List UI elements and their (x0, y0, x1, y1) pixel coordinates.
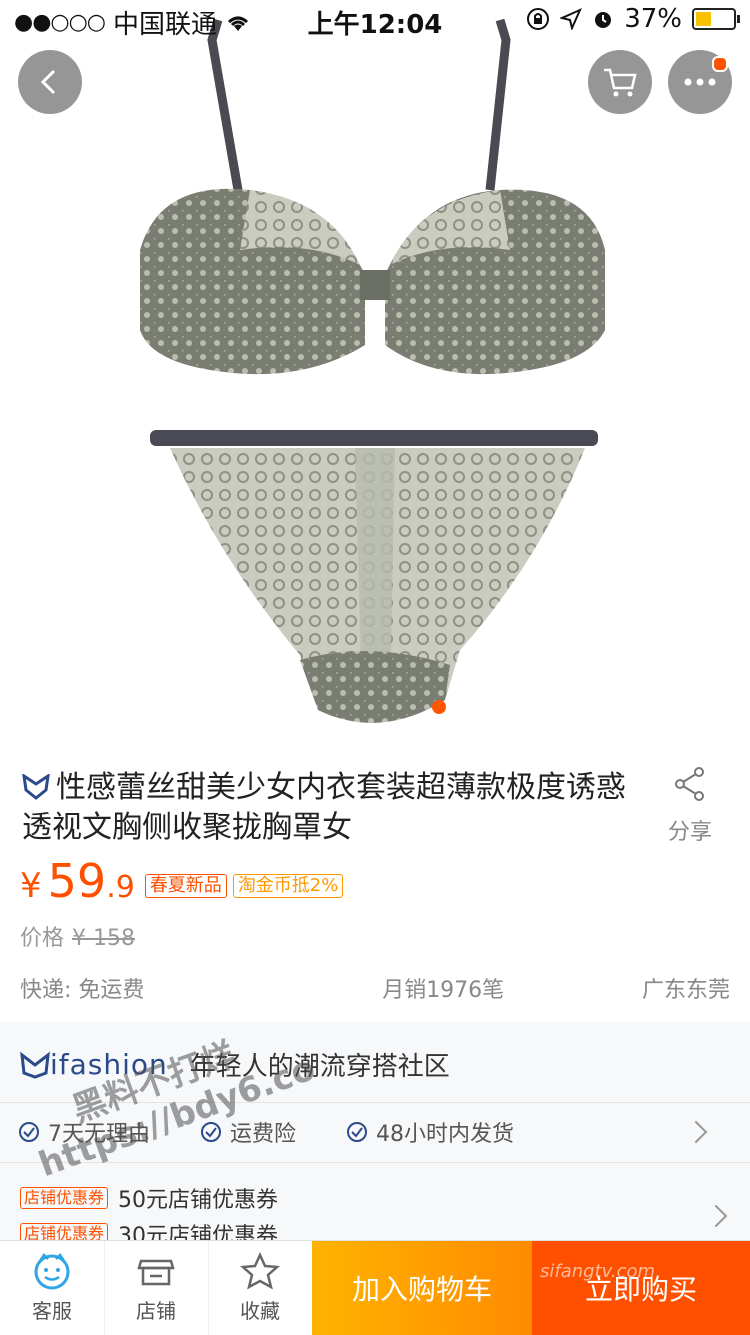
customer-service-label: 客服 (32, 1299, 72, 1323)
service-label: 运费险 (230, 1122, 297, 1147)
product-title-block: 性感蕾丝甜美少女内衣套装超薄款极度诱惑透视文胸侧收聚拢胸罩女 (22, 768, 632, 848)
buy-now-button[interactable]: 立即购买 (532, 1241, 750, 1335)
service-item: 48小时内发货 (346, 1116, 514, 1148)
battery-icon (692, 8, 740, 30)
status-bar: ●●○○○ 中国联通 上午12:04 37% (0, 0, 750, 40)
chevron-left-icon (40, 69, 56, 95)
price-decimal: .9 (106, 870, 135, 905)
corner-watermark: sifangtv.com (540, 1261, 655, 1282)
product-title: 性感蕾丝甜美少女内衣套装超薄款极度诱惑透视文胸侧收聚拢胸罩女 (22, 770, 626, 845)
cart-button[interactable] (588, 50, 652, 114)
lingerie-illustration (140, 18, 605, 723)
favorite-button[interactable]: 收藏 (208, 1241, 313, 1335)
ship-location: 广东东莞 (641, 978, 730, 1003)
price-row: ¥ 59 .9 春夏新品 淘金币抵2% (20, 854, 344, 908)
notification-dot (712, 56, 728, 72)
product-image[interactable]: ●●○○○ 中国联通 上午12:04 37% (0, 0, 750, 750)
coupon-text: 50元店铺优惠券 (118, 1188, 279, 1213)
add-to-cart-label: 加入购物车 (351, 1273, 492, 1306)
store-label: 店铺 (136, 1299, 176, 1323)
share-button[interactable]: 分享 (660, 766, 720, 846)
store-button[interactable]: 店铺 (104, 1241, 209, 1335)
image-indicator-dot (432, 700, 446, 714)
coupon-item[interactable]: 店铺优惠券 50元店铺优惠券 (20, 1182, 278, 1214)
tag-taojinbi: 淘金币抵2% (232, 874, 344, 898)
more-button[interactable] (668, 50, 732, 114)
back-button[interactable] (18, 50, 82, 114)
more-dots-icon (684, 78, 716, 86)
ifashion-logo-icon (20, 1051, 50, 1079)
original-price-row: 价格 ¥ 158 (20, 920, 135, 952)
tag-new-season: 春夏新品 (144, 874, 227, 898)
currency-symbol: ¥ (20, 866, 42, 906)
original-price: ¥ 158 (72, 926, 135, 951)
location-icon (560, 8, 583, 30)
favorite-label: 收藏 (240, 1299, 280, 1323)
coupon-tag: 店铺优惠券 (20, 1187, 109, 1209)
tmall-fox-icon (22, 774, 50, 800)
add-to-cart-button[interactable]: 加入购物车 (312, 1241, 532, 1335)
share-icon (675, 767, 704, 801)
chevron-right-icon (684, 1120, 708, 1144)
price-integer: 59 (47, 854, 107, 908)
store-icon (137, 1259, 175, 1286)
service-label: 48小时内发货 (376, 1122, 515, 1147)
monthly-sales: 月销1976笔 (382, 978, 505, 1003)
rotation-lock-icon (527, 8, 550, 30)
bottom-action-bar: 客服 店铺 收藏 加入购物车 立即购买 sifangtv.com (0, 1240, 750, 1335)
service-face-icon (34, 1253, 70, 1290)
alarm-icon (595, 12, 612, 28)
product-info: 性感蕾丝甜美少女内衣套装超薄款极度诱惑透视文胸侧收聚拢胸罩女 分享 ¥ 59 .… (0, 750, 750, 1022)
chevron-right-icon[interactable] (704, 1204, 728, 1228)
star-icon (240, 1251, 280, 1290)
divider (0, 1162, 750, 1163)
original-price-label: 价格 (20, 926, 65, 951)
battery-percent: 37% (624, 4, 682, 34)
cart-icon (604, 68, 637, 97)
shipping-info: 快递: 免运费 (20, 978, 145, 1003)
check-circle-icon (347, 1122, 368, 1142)
shipping-row: 快递: 免运费 月销1976笔 广东东莞 (20, 972, 730, 1004)
share-label: 分享 (667, 820, 712, 845)
customer-service-button[interactable]: 客服 (0, 1241, 105, 1335)
